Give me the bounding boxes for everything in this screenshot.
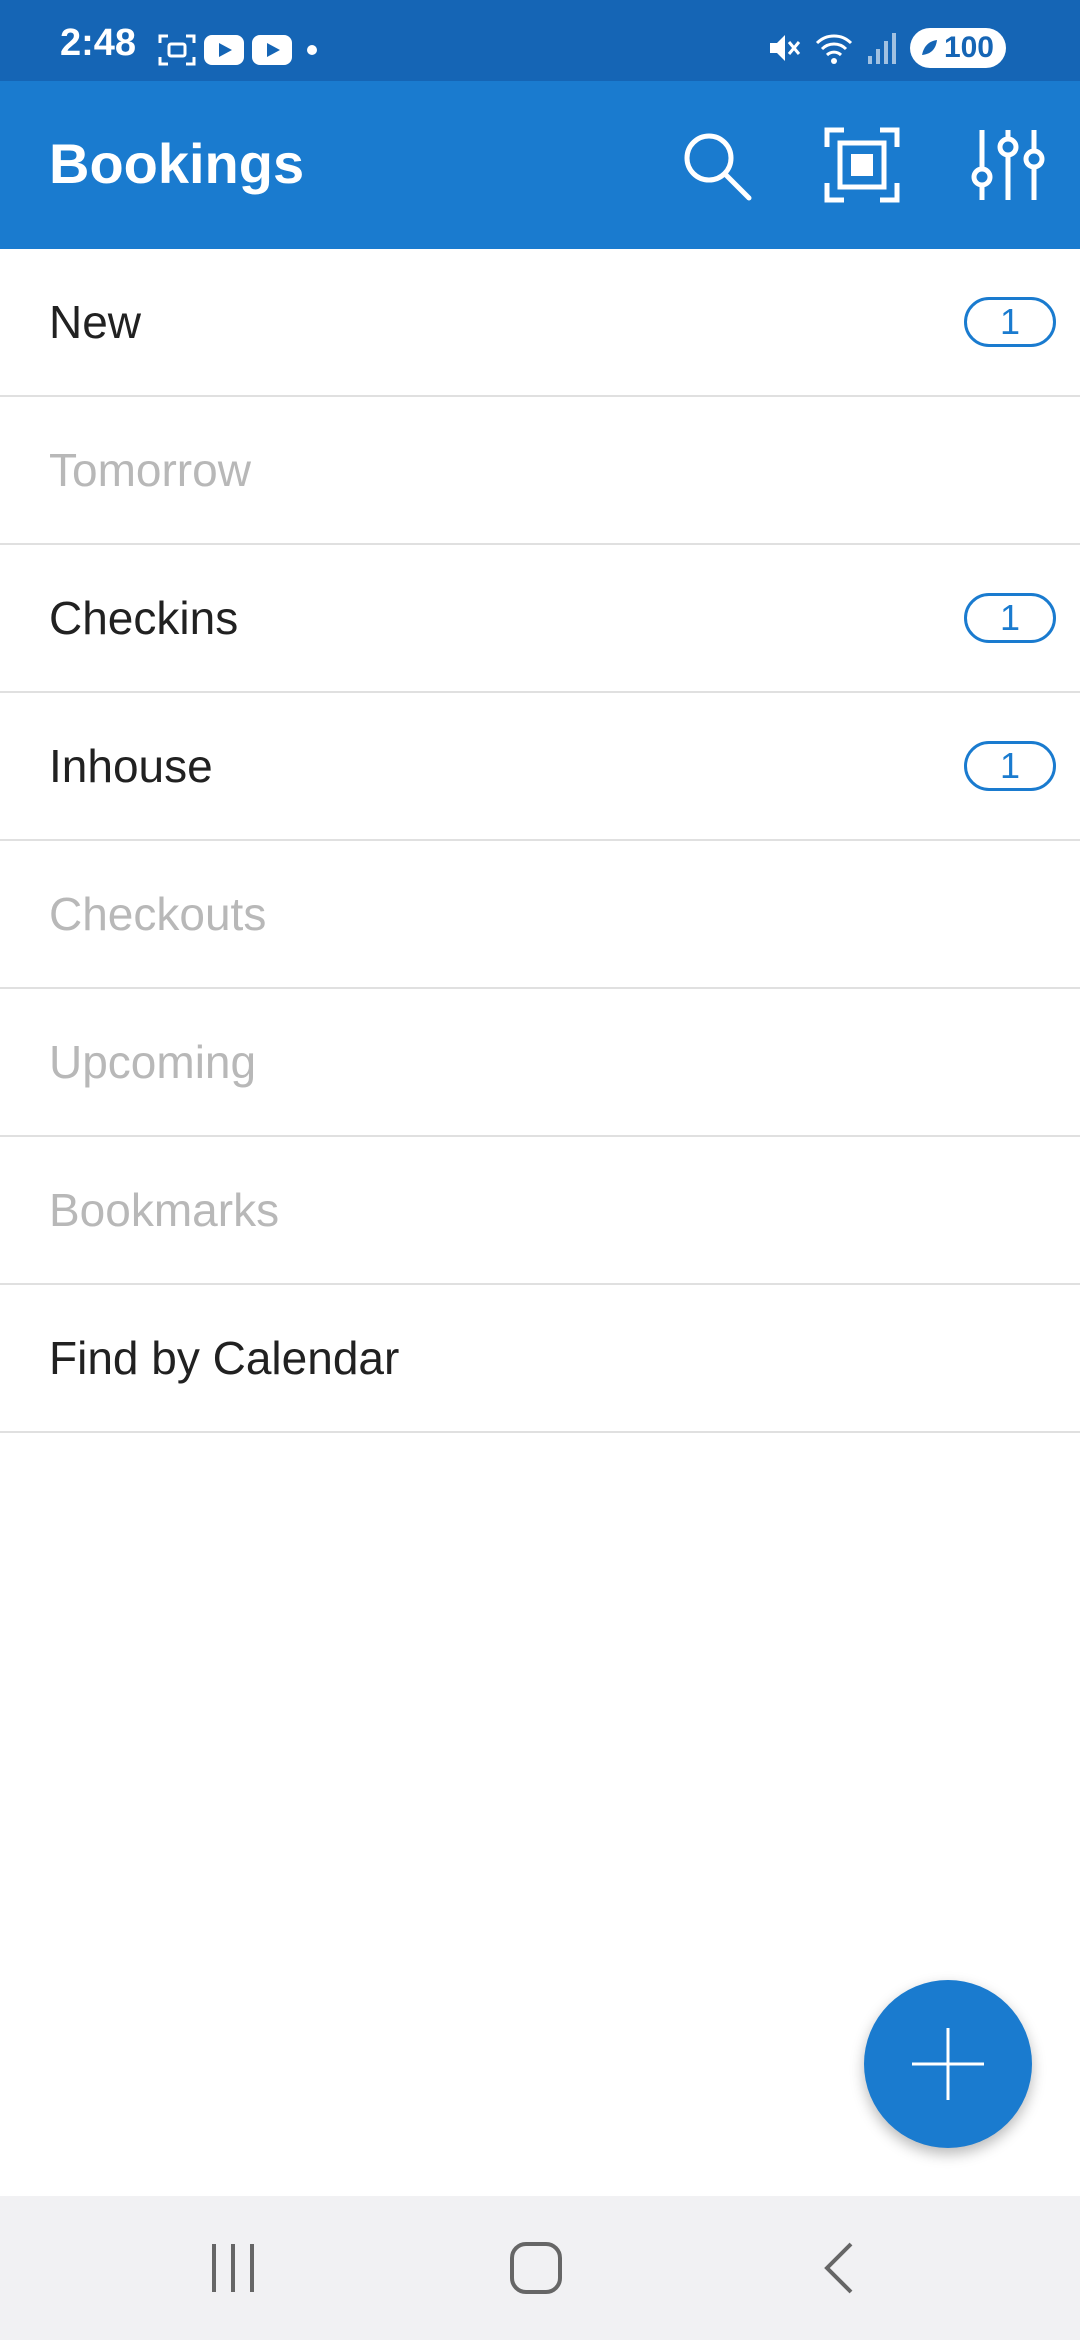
search-icon xyxy=(684,133,752,201)
list-item-label: Tomorrow xyxy=(49,444,251,496)
recents-icon xyxy=(212,2244,254,2292)
list-item-label: Upcoming xyxy=(49,1036,257,1088)
notification-icons xyxy=(158,30,324,70)
filter-button[interactable] xyxy=(968,125,1048,205)
list-item-label: Find by Calendar xyxy=(49,1332,400,1384)
search-button[interactable] xyxy=(676,125,756,205)
recents-button[interactable] xyxy=(193,2228,273,2308)
list-item-checkouts[interactable]: Checkouts xyxy=(0,841,1080,989)
battery-icon: 100 xyxy=(909,28,1006,68)
plus-icon xyxy=(912,2028,984,2100)
list-item-label: Bookmarks xyxy=(49,1184,280,1236)
list-item-new[interactable]: New 1 xyxy=(0,249,1080,397)
youtube-icon xyxy=(252,35,292,65)
list-item-label: New xyxy=(49,296,142,348)
list-item-checkins[interactable]: Checkins 1 xyxy=(0,545,1080,693)
list-item-label: Inhouse xyxy=(49,740,213,792)
back-button[interactable] xyxy=(799,2228,879,2308)
battery-saver-icon xyxy=(921,40,937,55)
booking-category-list: New 1 Tomorrow Checkins 1 Inhouse 1 Chec… xyxy=(0,249,1080,1433)
list-item-upcoming[interactable]: Upcoming xyxy=(0,989,1080,1137)
count-badge: 1 xyxy=(964,741,1056,791)
home-button[interactable] xyxy=(496,2228,576,2308)
list-item-bookmarks[interactable]: Bookmarks xyxy=(0,1137,1080,1285)
scan-icon xyxy=(824,127,900,203)
count-badge: 1 xyxy=(964,297,1056,347)
screenshot-icon xyxy=(158,34,196,66)
list-item-label: Checkouts xyxy=(49,888,267,940)
mute-icon xyxy=(769,35,801,61)
dot-icon xyxy=(307,45,317,55)
count-badge: 1 xyxy=(964,593,1056,643)
status-time: 2:48 xyxy=(60,22,137,64)
scan-button[interactable] xyxy=(822,125,902,205)
list-item-find-by-calendar[interactable]: Find by Calendar xyxy=(0,1285,1080,1433)
system-nav-bar xyxy=(0,2196,1080,2340)
home-icon xyxy=(510,2242,562,2294)
filter-sliders-icon xyxy=(971,130,1045,200)
list-item-inhouse[interactable]: Inhouse 1 xyxy=(0,693,1080,841)
list-item-label: Checkins xyxy=(49,592,239,644)
back-icon xyxy=(824,2242,853,2294)
system-icons: 100 xyxy=(766,26,1006,70)
battery-level: 100 xyxy=(943,31,994,64)
signal-icon xyxy=(867,33,896,64)
page-title: Bookings xyxy=(49,132,305,195)
add-booking-button[interactable] xyxy=(864,1980,1032,2148)
wifi-icon xyxy=(815,34,852,64)
app-bar: Bookings xyxy=(0,81,1080,249)
youtube-icon xyxy=(204,35,244,65)
status-bar: 2:48 100 xyxy=(0,0,1080,81)
list-item-tomorrow[interactable]: Tomorrow xyxy=(0,397,1080,545)
